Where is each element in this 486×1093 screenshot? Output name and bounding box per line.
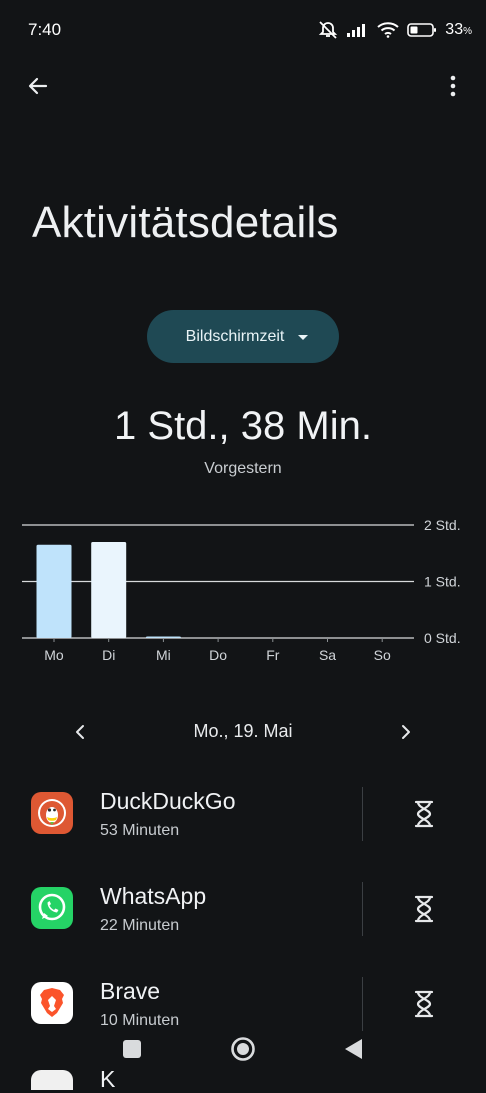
duckduckgo-icon (31, 792, 73, 834)
chevron-right-icon (402, 725, 410, 739)
divider (362, 882, 363, 936)
battery-icon (407, 23, 437, 37)
chart-x-tick-label: Mo (44, 647, 64, 663)
chart-x-tick-label: Fr (266, 647, 280, 663)
chart-bar (36, 544, 72, 638)
chart-bar (91, 541, 127, 638)
app-usage-time: 10 Minuten (100, 1012, 180, 1029)
brave-icon (31, 982, 73, 1024)
mute-icon (319, 21, 338, 39)
more-options-button[interactable] (438, 68, 468, 104)
app-timer-button[interactable] (404, 887, 444, 931)
chart-y-tick-label: 2 Std. (424, 517, 461, 533)
app-row-duckduckgo[interactable]: DuckDuckGo 53 Minuten (0, 766, 486, 861)
chart-y-tick-label: 1 Std. (424, 574, 461, 590)
page-title: Aktivitätsdetails (32, 198, 339, 247)
divider (362, 977, 363, 1031)
usage-bar-chart[interactable]: 2 Std. 1 Std. 0 Std. Mo Di Mi Do Fr Sa So (0, 510, 486, 670)
status-time: 7:40 (28, 20, 62, 39)
chart-x-tick-label: Do (209, 647, 227, 663)
metric-dropdown-label: Bildschirmzeit (185, 327, 285, 345)
chart-x-tick-label: Mi (156, 647, 171, 663)
back-button[interactable] (20, 68, 56, 104)
home-button[interactable] (230, 1036, 256, 1062)
app-timer-button[interactable] (404, 792, 444, 836)
dropdown-arrow-icon (298, 335, 309, 340)
app-usage-time: 22 Minuten (100, 917, 180, 934)
recents-button[interactable] (123, 1040, 141, 1058)
arrow-back-icon (28, 77, 48, 95)
chart-x-tick-label: So (374, 647, 391, 663)
app-name: DuckDuckGo (100, 788, 236, 814)
metric-dropdown[interactable]: Bildschirmzeit (147, 310, 339, 363)
whatsapp-icon (31, 887, 73, 929)
app-timer-button[interactable] (404, 982, 444, 1026)
battery-percent: 33% (445, 21, 472, 38)
hourglass-icon (414, 990, 434, 1018)
wifi-icon (377, 22, 399, 38)
hourglass-icon (414, 895, 434, 923)
next-day-button[interactable] (392, 718, 420, 746)
chart-x-tick-label: Sa (319, 647, 336, 663)
app-icon-partial (31, 1070, 73, 1090)
system-back-button[interactable] (342, 1036, 364, 1062)
day-label: Vorgestern (204, 460, 282, 477)
divider (362, 787, 363, 841)
app-name: Brave (100, 978, 161, 1004)
chart-x-tick-label: Di (102, 647, 115, 663)
more-vert-icon (450, 75, 456, 97)
app-row-whatsapp[interactable]: WhatsApp 22 Minuten (0, 861, 486, 956)
total-screen-time: 1 Std., 38 Min. (114, 404, 372, 448)
chart-bar (145, 636, 181, 638)
chart-y-tick-label: 0 Std. (424, 630, 461, 646)
app-name: WhatsApp (100, 883, 207, 909)
status-icons: 33% (317, 16, 472, 44)
hourglass-icon (414, 800, 434, 828)
app-usage-time: 53 Minuten (100, 822, 180, 839)
signal-icon (347, 24, 366, 37)
